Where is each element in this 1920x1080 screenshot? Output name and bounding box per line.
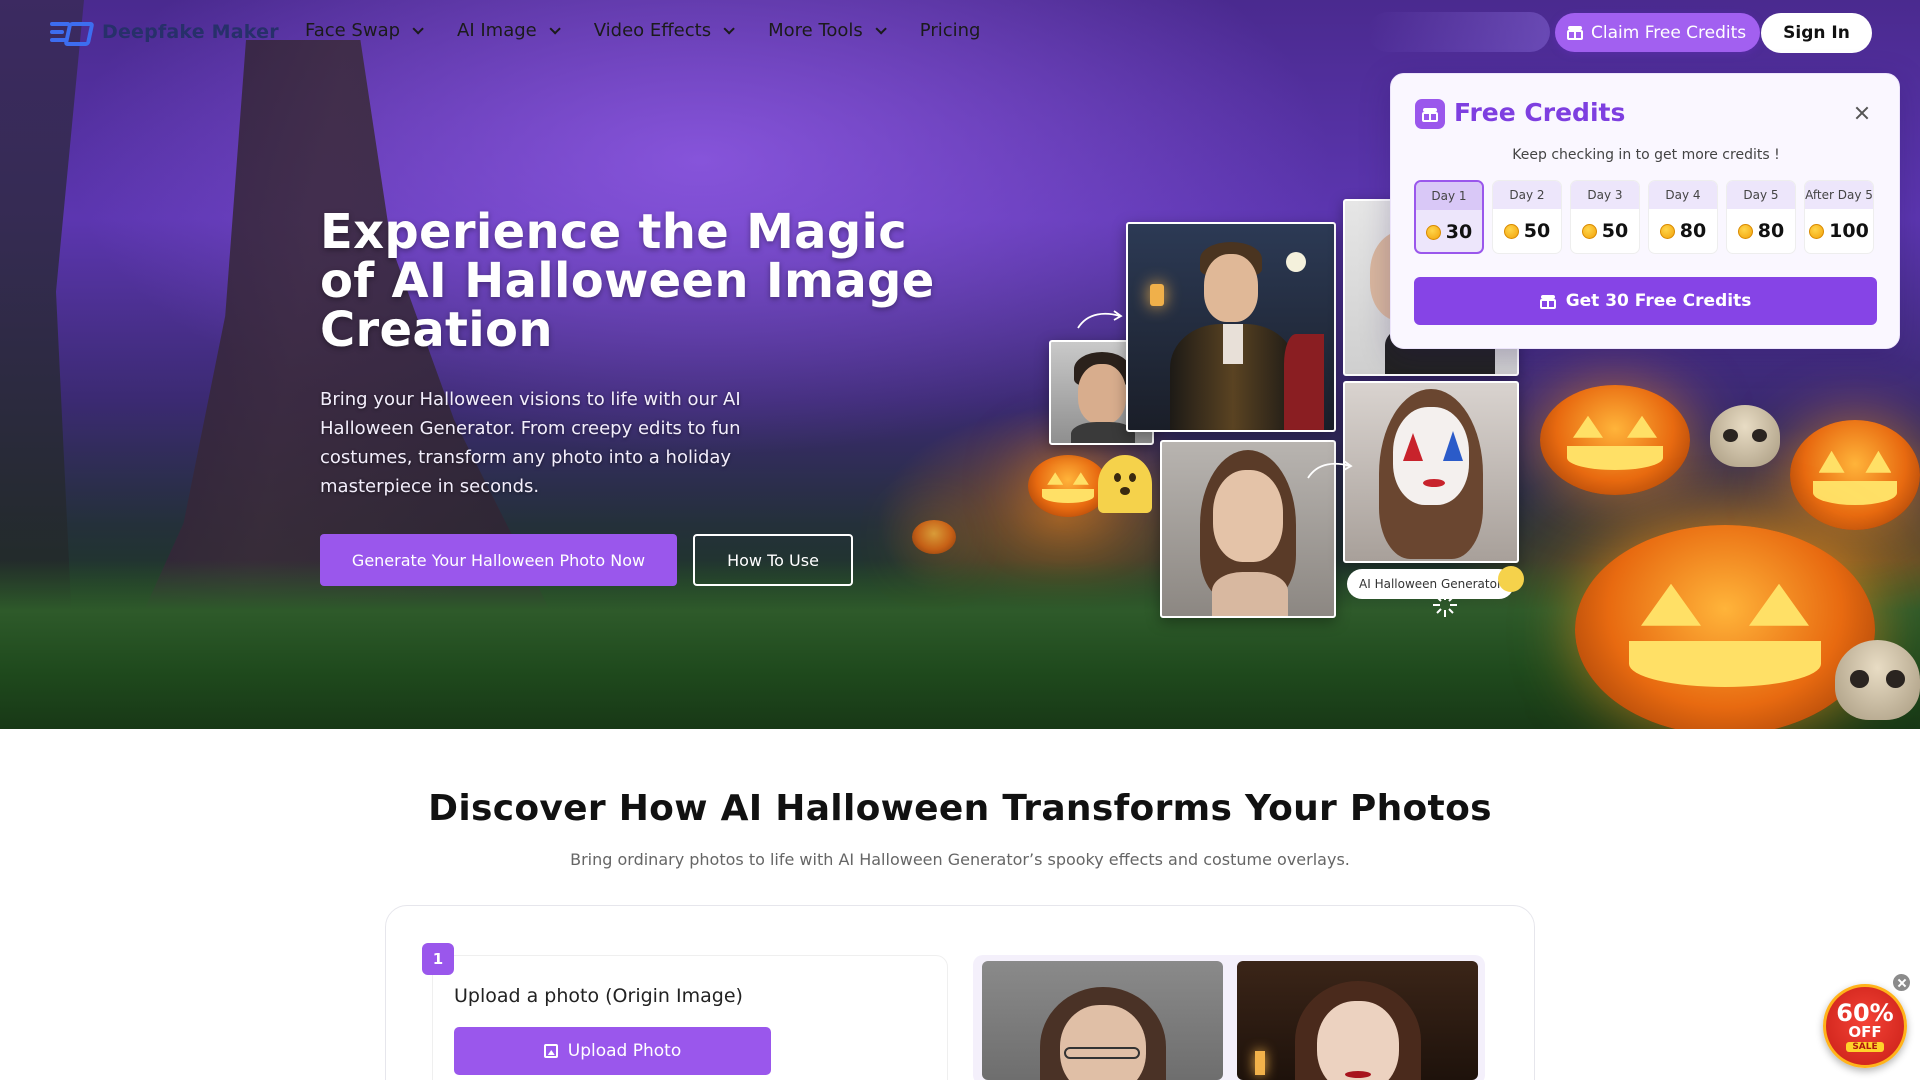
day-credit-card: After Day 5 100 [1804,180,1874,254]
nav-item-label: More Tools [768,20,863,41]
sale-percent: 60% [1836,998,1894,1027]
day-credit-card: Day 2 50 [1492,180,1562,254]
day-label: Day 4 [1649,181,1717,209]
coin-icon [1659,223,1675,239]
pumpkin-decoration [1575,525,1875,729]
sale-tag: SALE [1846,1041,1884,1052]
skull-decoration [1835,640,1920,720]
skull-decoration [1710,405,1780,467]
day-credit-value: 80 [1757,220,1785,242]
nav-item-face-swap[interactable]: Face Swap [305,20,424,41]
chevron-down-icon [875,22,887,35]
top-navigation: Deepfake Maker Face Swap AI Image Video … [0,0,1920,66]
preview-original-image [982,961,1223,1080]
day-label: Day 5 [1727,181,1795,209]
step-label: Upload a photo (Origin Image) [454,985,743,1007]
day-credit-value: 100 [1829,220,1869,242]
nav-item-label: Video Effects [593,20,712,41]
day-label: Day 3 [1571,181,1639,209]
claim-free-credits-label: Claim Free Credits [1591,22,1747,43]
pumpkin-decoration [1028,455,1108,517]
get-free-credits-label: Get 30 Free Credits [1565,291,1752,311]
nav-item-more-tools[interactable]: More Tools [768,20,887,41]
close-icon[interactable] [1853,104,1871,122]
pumpkin-decoration [1790,420,1920,530]
gift-icon [1567,25,1583,40]
curved-arrow-icon [1307,460,1353,479]
collage-photo-woman-halloween [1343,381,1519,563]
day-credit-value: 30 [1445,221,1473,243]
section-subtitle: Bring ordinary photos to life with AI Ha… [570,850,1350,869]
daily-credits-list: Day 1 30 Day 2 50 Day 3 50 Day 4 80 Day … [1414,180,1874,254]
preview-halloween-image [1237,961,1478,1080]
curved-arrow-icon [1077,310,1123,329]
close-promo-icon[interactable] [1892,973,1911,992]
nav-item-pricing[interactable]: Pricing [920,20,981,41]
free-credits-title: Free Credits [1454,98,1626,127]
coin-icon [1737,223,1753,239]
gift-icon [1539,294,1556,309]
hero-description: Bring your Halloween visions to life wit… [320,389,741,497]
nav-item-label: Face Swap [305,20,401,41]
site-logo[interactable]: Deepfake Maker [50,18,279,46]
day-label: Day 1 [1416,182,1482,210]
day-credit-value: 50 [1523,220,1551,242]
coin-icon [1581,223,1597,239]
day-label: After Day 5 [1805,181,1873,209]
free-credits-popup: Free Credits Keep checking in to get mor… [1390,73,1900,349]
nav-search-area [1368,12,1550,52]
how-to-use-button[interactable]: How To Use [693,534,853,586]
pumpkin-decoration [1540,385,1690,495]
nav-item-video-effects[interactable]: Video Effects [593,20,735,41]
pumpkin-decoration [912,520,956,554]
free-credits-subtitle: Keep checking in to get more credits ! [1512,147,1780,163]
nav-item-label: Pricing [919,20,981,41]
sparkle-icon [1433,593,1457,617]
nav-item-label: AI Image [457,20,537,41]
upload-photo-label: Upload Photo [567,1041,682,1061]
day-label: Day 2 [1493,181,1561,209]
chevron-down-icon [412,22,424,35]
sign-in-button[interactable]: Sign In [1761,13,1872,53]
day-credit-card: Day 5 80 [1726,180,1796,254]
day-credit-value: 80 [1679,220,1707,242]
nav-item-ai-image[interactable]: AI Image [457,20,561,41]
day-credit-value: 50 [1601,220,1629,242]
skull-emoji-icon [1498,566,1524,592]
coin-icon [1425,224,1441,240]
gift-icon [1415,99,1445,129]
collage-photo-vampire [1126,222,1336,432]
image-icon [543,1044,558,1058]
day-credit-card: Day 4 80 [1648,180,1718,254]
day-credit-card: Day 3 50 [1570,180,1640,254]
chevron-down-icon [723,22,735,35]
logo-text: Deepfake Maker [102,21,279,43]
hero-banner: Experience the Magic of AI Halloween Ima… [0,0,1920,729]
generate-halloween-photo-button[interactable]: Generate Your Halloween Photo Now [320,534,677,586]
hero-title: Experience the Magic of AI Halloween Ima… [320,204,935,358]
chevron-down-icon [549,22,561,35]
upload-photo-button[interactable]: Upload Photo [454,1027,771,1075]
coin-icon [1809,223,1825,239]
step-number-badge: 1 [422,943,454,975]
get-free-credits-button[interactable]: Get 30 Free Credits [1414,277,1877,325]
section-title: Discover How AI Halloween Transforms You… [428,788,1492,829]
sale-off: OFF [1848,1022,1882,1041]
claim-free-credits-button[interactable]: Claim Free Credits [1555,13,1761,52]
sale-badge[interactable]: 60% OFF SALE [1823,984,1907,1068]
nav-menu: Face Swap AI Image Video Effects More To… [305,20,980,41]
logo-icon [50,18,95,46]
day-credit-card: Day 1 30 [1414,180,1484,254]
ghost-emoji-icon [1098,455,1152,513]
coin-icon [1503,223,1519,239]
